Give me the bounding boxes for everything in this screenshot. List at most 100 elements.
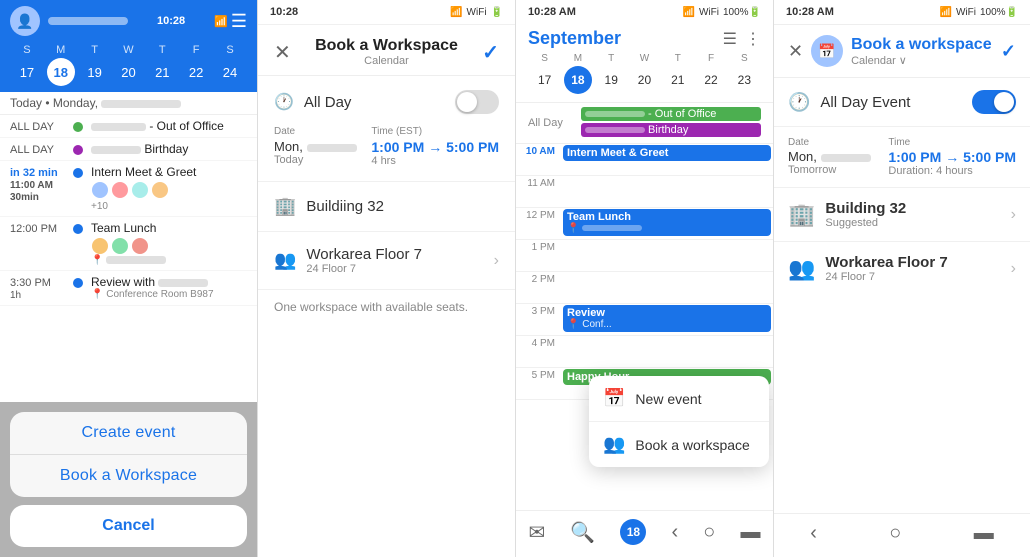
p2-building-section: 🏢 Buildiing 32 <box>258 182 515 232</box>
p1-time: 10:28 <box>157 15 185 27</box>
p4-building-section[interactable]: 🏢 Building 32 Suggested › <box>774 188 1030 242</box>
p1-date[interactable]: 17 <box>13 58 41 86</box>
cancel-button[interactable]: Cancel <box>10 505 247 547</box>
book-workspace-option[interactable]: 👥 Book a workspace <box>589 422 769 467</box>
mail-icon[interactable]: ✉ <box>529 520 546 545</box>
panel-calendar-month: 10:28 AM 📶 WiFi 100%🔋 September ☰ ⋮ S M … <box>516 0 774 557</box>
p3-month-name: September <box>528 28 621 49</box>
p2-title-block: Book a Workspace Calendar <box>291 37 482 67</box>
p4-close-button[interactable]: ✕ <box>788 41 803 62</box>
event-sub: 📍 <box>91 255 247 266</box>
back-button[interactable]: ‹ <box>672 521 679 544</box>
workspace-icon: 👥 <box>274 250 296 271</box>
workspace-icon: 👥 <box>788 256 815 282</box>
p2-date-label: Date <box>274 126 357 137</box>
p4-duration: Duration: 4 hours <box>888 165 1016 177</box>
p1-weekday: W <box>114 44 142 56</box>
p3-allday-row: All Day - Out of Office Birthday <box>516 103 773 144</box>
p1-date[interactable]: 22 <box>182 58 210 86</box>
calendar-event[interactable]: Intern Meet & Greet <box>563 145 771 161</box>
hour-row: 4 PM <box>516 336 773 368</box>
p1-modal-options: Create event Book a Workspace <box>10 412 247 497</box>
p1-date-active[interactable]: 18 <box>47 58 75 86</box>
home-button[interactable]: ○ <box>703 521 715 544</box>
event-time: 3:30 PM1h <box>10 277 65 301</box>
search-icon[interactable]: 🔍 <box>570 520 595 545</box>
p2-time-label: Time (EST) <box>371 126 499 137</box>
p1-weekday: T <box>148 44 176 56</box>
p4-time-label: Time <box>888 137 1016 148</box>
p3-grid-icon[interactable]: ☰ <box>723 29 737 49</box>
book-workspace-label: Book a workspace <box>635 437 749 453</box>
list-item[interactable]: 3:30 PM1h Review with 📍 Conference Room … <box>0 271 257 306</box>
p1-weekday: F <box>182 44 210 56</box>
p4-date-value: Mon, <box>788 149 871 164</box>
p1-events-list: ALL DAY - Out of Office ALL DAY Birthday… <box>0 115 257 405</box>
p2-allday-toggle[interactable] <box>455 90 499 114</box>
back-button[interactable]: ‹ <box>810 522 817 545</box>
p4-date-label: Date <box>788 137 871 148</box>
p3-time: 10:28 AM <box>528 6 576 18</box>
p1-modal-cancel: Cancel <box>10 505 247 547</box>
event-title: Team Lunch <box>91 221 247 235</box>
p4-workspace-section[interactable]: 👥 Workarea Floor 7 24 Floor 7 › <box>774 242 1030 295</box>
p3-bottom-nav: ✉ 🔍 18 ‹ ○ ▬ <box>516 510 773 557</box>
building-icon: 🏢 <box>274 196 296 217</box>
event-avatars <box>91 237 247 255</box>
calendar-badge[interactable]: 18 <box>620 519 646 545</box>
event-avatars <box>91 181 247 199</box>
p1-date[interactable]: 21 <box>148 58 176 86</box>
menu-button[interactable]: ▬ <box>740 521 760 544</box>
p2-workspace-name: Workarea Floor 7 <box>306 246 422 263</box>
p4-date-sub: Tomorrow <box>788 164 871 176</box>
list-item[interactable]: 12:00 PM Team Lunch 📍 <box>0 217 257 271</box>
p1-avatar[interactable]: 👤 <box>10 6 40 36</box>
p2-close-button[interactable]: ✕ <box>274 40 291 65</box>
event-dot <box>73 168 83 178</box>
p4-allday-toggle[interactable] <box>972 90 1016 114</box>
home-button[interactable]: ○ <box>889 522 901 545</box>
event-time: ALL DAY <box>10 121 65 133</box>
p1-name-blurred <box>48 17 128 25</box>
p1-date[interactable]: 24 <box>216 58 244 86</box>
hour-row: 11 AM <box>516 176 773 208</box>
p4-bottom-nav: ‹ ○ ▬ <box>774 513 1030 557</box>
allday-event[interactable]: Birthday <box>581 123 761 137</box>
event-title: Review with <box>91 275 247 289</box>
p4-subtitle[interactable]: Calendar ∨ <box>851 54 993 67</box>
p2-date-value: Mon, <box>274 139 357 154</box>
new-event-label: New event <box>635 391 701 407</box>
p3-menu-icon[interactable]: ⋮ <box>745 29 761 49</box>
p2-allday-label: All Day <box>304 94 352 111</box>
p4-time: 10:28 AM <box>786 6 834 18</box>
new-event-option[interactable]: 📅 New event <box>589 376 769 422</box>
menu-button[interactable]: ▬ <box>974 522 994 545</box>
p2-workspace-section[interactable]: 👥 Workarea Floor 7 24 Floor 7 › <box>258 232 515 290</box>
list-item[interactable]: ALL DAY Birthday <box>0 138 257 161</box>
create-event-button[interactable]: Create event <box>10 412 247 455</box>
p2-workspace-sub: 24 Floor 7 <box>306 263 422 275</box>
p1-menu-icon[interactable]: ☰ <box>231 11 247 32</box>
list-item[interactable]: in 32 min11:00 AM30min Intern Meet & Gre… <box>0 161 257 217</box>
p1-action-modal: Create event Book a Workspace Cancel <box>0 402 257 557</box>
book-workspace-button[interactable]: Book a Workspace <box>10 455 247 497</box>
chevron-right-icon: › <box>494 252 499 270</box>
event-time: ALL DAY <box>10 144 65 156</box>
list-item[interactable]: ALL DAY - Out of Office <box>0 115 257 138</box>
p4-status-icons: 📶 WiFi 100%🔋 <box>940 7 1018 18</box>
allday-event[interactable]: - Out of Office <box>581 107 761 121</box>
chevron-right-icon: › <box>1011 260 1016 278</box>
calendar-event[interactable]: Review 📍 Conf... <box>563 305 771 332</box>
p1-date[interactable]: 19 <box>81 58 109 86</box>
p4-confirm-button[interactable]: ✓ <box>1001 41 1016 62</box>
p2-allday-section: 🕐 All Day Date Mon, Today Time (EST) 1:0… <box>258 76 515 182</box>
p1-date[interactable]: 20 <box>114 58 142 86</box>
p1-weekday: T <box>81 44 109 56</box>
calendar-event[interactable]: Team Lunch 📍 <box>563 209 771 236</box>
p4-allday-section: 🕐 All Day Event <box>774 78 1030 127</box>
p2-time: 10:28 <box>270 6 298 18</box>
chevron-right-icon: › <box>1011 206 1016 224</box>
p2-confirm-button[interactable]: ✓ <box>482 40 499 65</box>
p1-weekday: S <box>13 44 41 56</box>
p3-calendar-nav: September ☰ ⋮ S M T W T F S 17 18 19 20 … <box>516 24 773 103</box>
